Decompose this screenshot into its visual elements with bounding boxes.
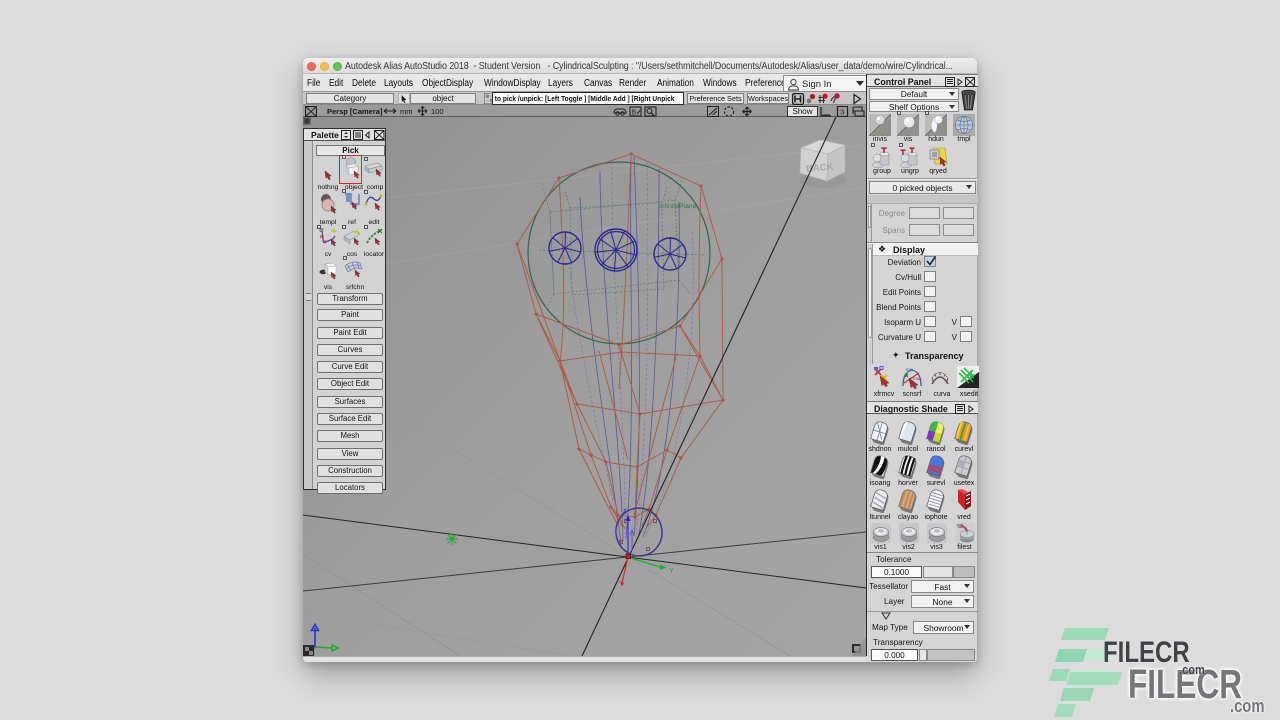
svg-text:min: min [906, 367, 914, 372]
svg-text:InfinitePlane: InfinitePlane [659, 203, 697, 210]
svg-text:B: B [632, 109, 637, 116]
svg-text:Y: Y [669, 568, 674, 575]
svg-text:z: z [623, 508, 627, 515]
svg-text:3: 3 [840, 107, 844, 116]
svg-text:max: max [913, 376, 922, 381]
